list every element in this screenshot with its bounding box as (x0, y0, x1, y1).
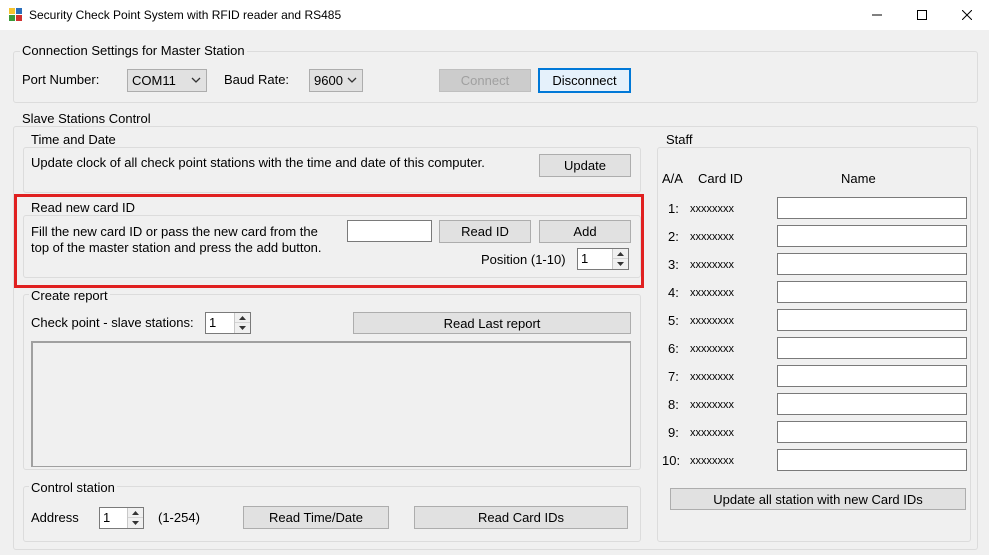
staff-row-name-input[interactable] (777, 365, 967, 387)
staff-row-number: 3: (668, 257, 679, 272)
staff-row-card-id: xxxxxxxx (690, 399, 734, 411)
update-all-stations-button[interactable]: Update all station with new Card IDs (670, 488, 966, 510)
baud-rate-select[interactable]: 9600 (309, 69, 363, 92)
address-down-button[interactable] (128, 518, 143, 528)
baud-rate-label: Baud Rate: (224, 72, 290, 87)
staff-row-card-id: xxxxxxxx (690, 343, 734, 355)
window-title: Security Check Point System with RFID re… (29, 8, 342, 22)
staff-row-name-input[interactable] (777, 253, 967, 275)
time-date-title: Time and Date (29, 132, 118, 147)
slave-stations-title: Slave Stations Control (20, 111, 153, 126)
staff-row-number: 10: (662, 453, 681, 468)
control-station-title: Control station (29, 480, 117, 495)
minimize-button[interactable] (854, 0, 900, 30)
staff-row-number: 2: (668, 229, 679, 244)
staff-title: Staff (664, 132, 695, 147)
staff-row-name-input[interactable] (777, 337, 967, 359)
col-header-aa: A/A (662, 171, 683, 186)
staff-row-card-id: xxxxxxxx (690, 371, 734, 383)
staff-row-name-input[interactable] (777, 281, 967, 303)
caret-up-icon (239, 315, 246, 320)
checkpoint-label: Check point - slave stations: (31, 315, 194, 330)
col-header-card-id: Card ID (698, 171, 743, 186)
staff-row-name-input[interactable] (777, 309, 967, 331)
staff-row-card-id: xxxxxxxx (690, 427, 734, 439)
close-button[interactable] (944, 0, 989, 30)
staff-row-name-input[interactable] (777, 421, 967, 443)
staff-row-number: 6: (668, 341, 679, 356)
staff-row-card-id: xxxxxxxx (690, 455, 734, 467)
checkpoint-stepper[interactable]: 1 (205, 312, 251, 334)
disconnect-button[interactable]: Disconnect (538, 68, 631, 93)
address-stepper[interactable]: 1 (99, 507, 144, 529)
staff-row-number: 9: (668, 425, 679, 440)
update-time-button[interactable]: Update (539, 154, 631, 177)
staff-row-card-id: xxxxxxxx (690, 203, 734, 215)
col-header-name: Name (841, 171, 876, 186)
maximize-icon (917, 10, 927, 20)
app-icon (9, 8, 22, 21)
read-time-date-button[interactable]: Read Time/Date (243, 506, 389, 529)
staff-row-name-input[interactable] (777, 449, 967, 471)
staff-row-name-input[interactable] (777, 225, 967, 247)
port-number-value: COM11 (132, 73, 176, 88)
staff-row-card-id: xxxxxxxx (690, 287, 734, 299)
staff-row-card-id: xxxxxxxx (690, 231, 734, 243)
report-output-area[interactable] (31, 341, 631, 467)
caret-up-icon (132, 510, 139, 515)
highlight-box (14, 194, 644, 288)
time-date-description: Update clock of all check point stations… (31, 155, 485, 170)
read-last-report-button[interactable]: Read Last report (353, 312, 631, 334)
staff-row-number: 8: (668, 397, 679, 412)
port-number-label: Port Number: (22, 72, 100, 87)
chevron-down-icon (347, 77, 357, 83)
address-up-button[interactable] (128, 508, 143, 518)
staff-row-card-id: xxxxxxxx (690, 259, 734, 271)
read-card-ids-button[interactable]: Read Card IDs (414, 506, 628, 529)
chevron-down-icon (191, 77, 201, 83)
staff-row-card-id: xxxxxxxx (690, 315, 734, 327)
port-number-select[interactable]: COM11 (127, 69, 207, 92)
caret-down-icon (132, 521, 139, 525)
baud-rate-value: 9600 (314, 73, 343, 88)
title-bar: Security Check Point System with RFID re… (0, 0, 989, 30)
address-label: Address (31, 510, 79, 525)
minimize-icon (872, 14, 882, 16)
staff-row-number: 4: (668, 285, 679, 300)
caret-down-icon (239, 326, 246, 330)
staff-row-number: 7: (668, 369, 679, 384)
connection-settings-title: Connection Settings for Master Station (20, 43, 247, 58)
create-report-title: Create report (29, 288, 110, 303)
staff-row-number: 5: (668, 313, 679, 328)
address-value: 1 (103, 510, 111, 525)
connect-button[interactable]: Connect (439, 69, 531, 92)
staff-row-number: 1: (668, 201, 679, 216)
checkpoint-value: 1 (209, 315, 217, 330)
checkpoint-up-button[interactable] (235, 313, 250, 323)
address-range-label: (1-254) (158, 510, 200, 525)
staff-row-name-input[interactable] (777, 393, 967, 415)
close-icon (962, 10, 972, 20)
staff-row-name-input[interactable] (777, 197, 967, 219)
checkpoint-down-button[interactable] (235, 323, 250, 333)
maximize-button[interactable] (899, 0, 945, 30)
